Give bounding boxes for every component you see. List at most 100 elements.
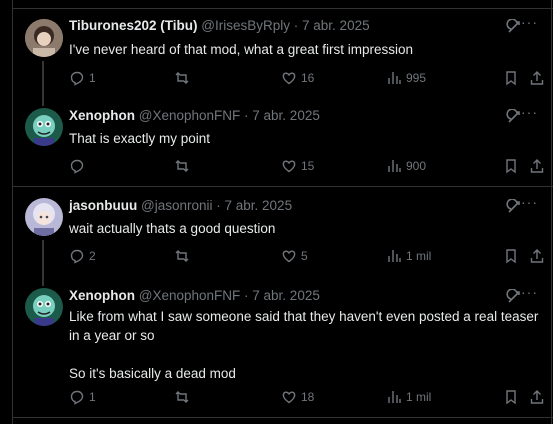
heart-icon (282, 250, 296, 263)
bookmark-button[interactable] (503, 158, 519, 177)
post-text-blank-line (69, 345, 539, 364)
reply-icon (70, 159, 84, 174)
action-bar: 1 16 995 (69, 70, 549, 90)
post-header: Tiburones202 (Tibu) @IrisesByRply · 7 ab… (69, 18, 370, 33)
share-button[interactable] (529, 70, 545, 89)
post-date[interactable]: 7 abr. 2025 (225, 198, 293, 213)
more-options-icon[interactable]: ··· (521, 14, 538, 30)
grok-icon[interactable] (506, 109, 522, 125)
repost-button[interactable] (174, 70, 194, 86)
share-icon (530, 249, 544, 263)
repost-button[interactable] (174, 248, 194, 264)
post-header: jasonbuuu @jasonronii · 7 abr. 2025 (69, 198, 292, 213)
post-header: Xenophon @XenophonFNF · 7 abr. 2025 (69, 108, 320, 123)
post-date[interactable]: 7 abr. 2025 (302, 18, 370, 33)
grok-icon[interactable] (506, 19, 522, 35)
like-count: 5 (301, 249, 308, 263)
like-count: 15 (301, 159, 315, 173)
like-count: 16 (301, 71, 315, 85)
post-text-line: wait actually thats a good question (69, 221, 276, 236)
repost-icon (175, 160, 189, 172)
view-count: 1 mil (406, 249, 432, 263)
share-icon (530, 71, 544, 85)
repost-icon (175, 250, 189, 262)
post-text-line: in a year or so (69, 328, 155, 343)
views-button[interactable]: 995 (386, 70, 426, 86)
repost-button[interactable] (174, 158, 194, 174)
reply-count: 1 (89, 390, 96, 404)
more-options-icon[interactable]: ··· (521, 284, 538, 300)
post-text: Like from what I saw someone said that t… (69, 307, 539, 383)
like-count: 18 (301, 390, 315, 404)
post-text-line: So it's basically a dead mod (69, 366, 236, 381)
view-count: 995 (406, 71, 427, 85)
separator-dot: · (240, 288, 253, 303)
divider (12, 8, 553, 9)
post[interactable]: jasonbuuu @jasonronii · 7 abr. 2025 ··· … (12, 194, 552, 268)
avatar[interactable] (25, 198, 63, 236)
view-count: 1 mil (406, 390, 432, 404)
post-text-line: I've never heard of that mod, what a gre… (69, 42, 413, 57)
like-button[interactable]: 16 (281, 70, 314, 86)
reply-button[interactable]: 1 (69, 70, 96, 86)
view-count: 900 (406, 159, 427, 173)
author-handle[interactable]: @XenophonFNF (139, 108, 241, 123)
views-button[interactable]: 1 mil (386, 389, 431, 405)
reply-button[interactable]: 1 (69, 389, 96, 405)
like-button[interactable]: 5 (281, 248, 308, 264)
reply-button[interactable]: 2 (69, 248, 96, 264)
grok-icon[interactable] (506, 199, 522, 215)
share-icon (530, 159, 544, 173)
views-icon (388, 250, 401, 262)
post-header: Xenophon @XenophonFNF · 7 abr. 2025 (69, 288, 320, 303)
views-button[interactable]: 1 mil (386, 248, 431, 264)
post[interactable]: Tiburones202 (Tibu) @IrisesByRply · 7 ab… (12, 14, 552, 98)
separator-dot: · (290, 18, 303, 33)
author-name[interactable]: Xenophon (69, 288, 135, 303)
views-icon (388, 160, 401, 172)
share-button[interactable] (529, 158, 545, 177)
action-bar: 15 900 (69, 158, 549, 178)
post[interactable]: Xenophon @XenophonFNF · 7 abr. 2025 ··· … (12, 104, 552, 178)
author-name[interactable]: Tiburones202 (Tibu) (69, 18, 198, 33)
author-name[interactable]: Xenophon (69, 108, 135, 123)
bookmark-button[interactable] (503, 389, 519, 408)
more-options-icon[interactable]: ··· (521, 194, 538, 210)
repost-button[interactable] (174, 389, 194, 405)
reply-count: 2 (89, 249, 96, 263)
like-button[interactable]: 18 (281, 389, 314, 405)
divider (12, 186, 553, 187)
bookmark-icon (506, 390, 516, 405)
action-bar: 2 5 1 mil (69, 248, 549, 268)
bookmark-button[interactable] (503, 248, 519, 267)
post-date[interactable]: 7 abr. 2025 (252, 108, 320, 123)
views-icon (388, 391, 401, 403)
more-options-icon[interactable]: ··· (521, 104, 538, 120)
author-handle[interactable]: @jasonronii (141, 198, 213, 213)
author-name[interactable]: jasonbuuu (69, 198, 137, 213)
bookmark-icon (506, 71, 516, 86)
bookmark-button[interactable] (503, 70, 519, 89)
reply-button[interactable] (69, 158, 89, 174)
avatar[interactable] (25, 108, 63, 146)
like-button[interactable]: 15 (281, 158, 314, 174)
heart-icon (282, 72, 296, 85)
post-date[interactable]: 7 abr. 2025 (252, 288, 320, 303)
views-icon (388, 72, 401, 84)
views-button[interactable]: 900 (386, 158, 426, 174)
author-handle[interactable]: @XenophonFNF (139, 288, 241, 303)
post[interactable]: Xenophon @XenophonFNF · 7 abr. 2025 ··· … (12, 284, 552, 413)
separator-dot: · (240, 108, 253, 123)
post-text-line: Like from what I saw someone said that t… (69, 309, 539, 324)
author-handle[interactable]: @IrisesByRply (201, 18, 290, 33)
avatar[interactable] (25, 288, 63, 326)
action-bar: 1 18 1 mil (69, 389, 549, 409)
share-button[interactable] (529, 389, 545, 408)
heart-icon (282, 160, 296, 173)
reply-count: 1 (89, 71, 96, 85)
avatar[interactable] (25, 19, 63, 57)
divider (12, 417, 553, 418)
post-text: wait actually thats a good question (69, 219, 539, 238)
share-button[interactable] (529, 248, 545, 267)
grok-icon[interactable] (506, 289, 522, 305)
